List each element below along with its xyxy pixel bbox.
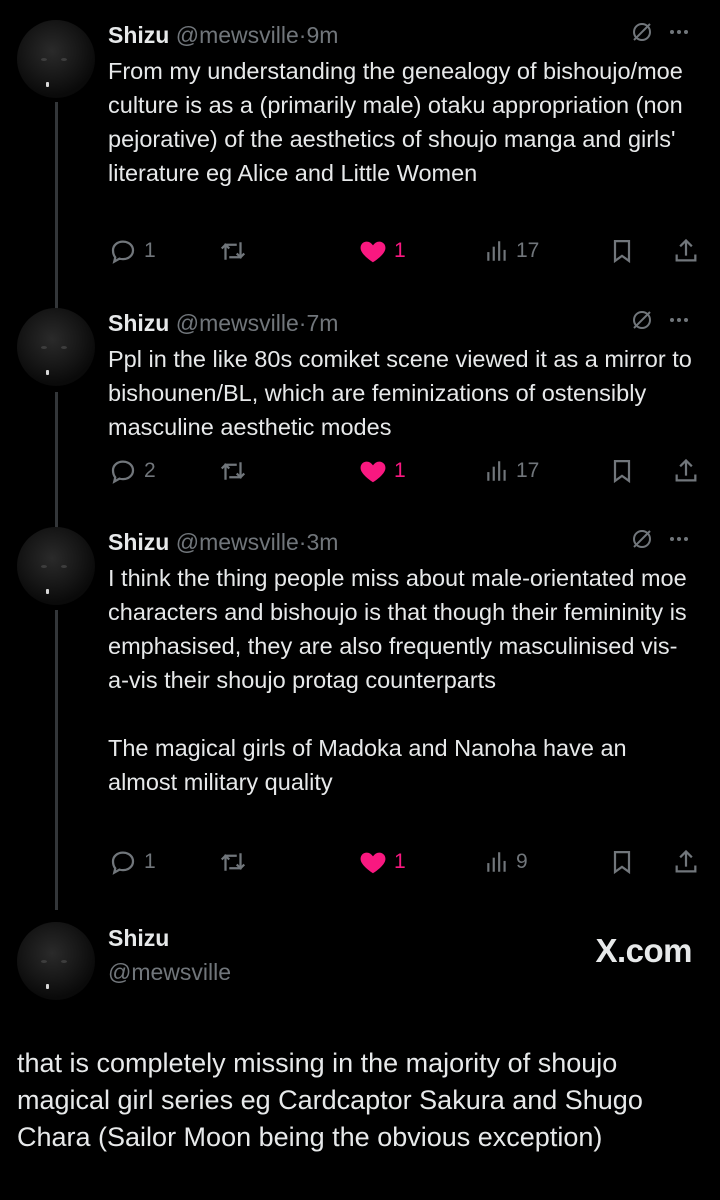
like-button[interactable]: 1 — [358, 234, 406, 268]
views-count: 17 — [516, 459, 540, 482]
focused-tweet[interactable]: Shizu @mewsville X.com — [0, 922, 720, 1012]
slash-circle-icon[interactable] — [630, 20, 654, 51]
tweet[interactable]: Shizu @mewsville·7m Ppl in the like 80s … — [0, 308, 720, 518]
like-button[interactable]: 1 — [358, 845, 406, 879]
views-button[interactable]: 9 — [484, 845, 528, 879]
bookmark-button[interactable] — [608, 845, 636, 879]
retweet-icon — [218, 236, 248, 266]
share-button[interactable] — [672, 234, 700, 268]
retweet-icon — [218, 456, 248, 486]
tweet-text: that is completely missing in the majori… — [17, 1048, 643, 1152]
reply-icon — [108, 236, 138, 266]
tweet-header: Shizu @mewsville·9m — [108, 20, 690, 50]
avatar[interactable] — [17, 20, 95, 98]
like-count: 1 — [394, 850, 406, 873]
more-horizontal-icon[interactable] — [668, 20, 690, 50]
user-handle[interactable]: @mewsville — [108, 956, 231, 988]
share-button[interactable] — [672, 845, 700, 879]
action-bar: 1 1 17 — [108, 234, 706, 268]
views-bar-chart-icon — [484, 458, 510, 484]
reply-button[interactable]: 1 — [108, 845, 156, 879]
slash-circle-icon[interactable] — [630, 527, 654, 558]
user-handle[interactable]: @mewsville — [176, 529, 299, 555]
views-bar-chart-icon — [484, 238, 510, 264]
retweet-button[interactable] — [218, 454, 254, 488]
slash-circle-icon[interactable] — [630, 308, 654, 339]
views-count: 17 — [516, 239, 540, 262]
reply-count: 1 — [144, 850, 156, 873]
retweet-button[interactable] — [218, 845, 254, 879]
like-count: 1 — [394, 459, 406, 482]
tweet-header: Shizu @mewsville·7m — [108, 308, 690, 338]
bookmark-button[interactable] — [608, 454, 636, 488]
display-name[interactable]: Shizu — [108, 922, 231, 954]
more-horizontal-icon[interactable] — [668, 308, 690, 338]
tweet[interactable]: Shizu @mewsville·3m I think the thing pe… — [0, 527, 720, 887]
share-button[interactable] — [672, 454, 700, 488]
display-name[interactable]: Shizu — [108, 310, 169, 336]
retweet-button[interactable] — [218, 234, 254, 268]
reply-count: 2 — [144, 459, 156, 482]
action-bar: 2 1 17 — [108, 454, 706, 488]
user-handle[interactable]: @mewsville — [176, 22, 299, 48]
retweet-icon — [218, 847, 248, 877]
reply-icon — [108, 456, 138, 486]
views-bar-chart-icon — [484, 849, 510, 875]
reply-count: 1 — [144, 239, 156, 262]
share-icon — [672, 848, 700, 876]
display-name[interactable]: Shizu — [108, 22, 169, 48]
heart-filled-icon — [358, 236, 388, 266]
views-button[interactable]: 17 — [484, 454, 539, 488]
tweet-text: Ppl in the like 80s comiket scene viewed… — [108, 346, 699, 440]
x-com-watermark: X.com — [595, 932, 692, 969]
like-count: 1 — [394, 239, 406, 262]
timestamp[interactable]: 3m — [306, 529, 338, 555]
heart-filled-icon — [358, 847, 388, 877]
timestamp[interactable]: 9m — [306, 22, 338, 48]
views-count: 9 — [516, 850, 528, 873]
timestamp[interactable]: 7m — [306, 310, 338, 336]
action-bar: 1 1 9 — [108, 845, 706, 879]
share-icon — [672, 237, 700, 265]
views-button[interactable]: 17 — [484, 234, 539, 268]
tweet[interactable]: Shizu @mewsville·9m From my understandin… — [0, 20, 720, 290]
tweet-text: I think the thing people miss about male… — [108, 565, 687, 795]
bookmark-icon — [608, 237, 636, 265]
user-handle[interactable]: @mewsville — [176, 310, 299, 336]
reply-icon — [108, 847, 138, 877]
avatar[interactable] — [17, 308, 95, 386]
reply-button[interactable]: 2 — [108, 454, 156, 488]
display-name[interactable]: Shizu — [108, 529, 169, 555]
tweet-header: Shizu @mewsville·3m — [108, 527, 690, 557]
share-icon — [672, 457, 700, 485]
more-horizontal-icon[interactable] — [668, 527, 690, 557]
bookmark-icon — [608, 848, 636, 876]
tweet-text: From my understanding the genealogy of b… — [108, 58, 690, 186]
tweet-header: Shizu @mewsville — [108, 922, 231, 988]
avatar[interactable] — [17, 527, 95, 605]
heart-filled-icon — [358, 456, 388, 486]
avatar[interactable] — [17, 922, 95, 1000]
like-button[interactable]: 1 — [358, 454, 406, 488]
bookmark-icon — [608, 457, 636, 485]
bookmark-button[interactable] — [608, 234, 636, 268]
reply-button[interactable]: 1 — [108, 234, 156, 268]
